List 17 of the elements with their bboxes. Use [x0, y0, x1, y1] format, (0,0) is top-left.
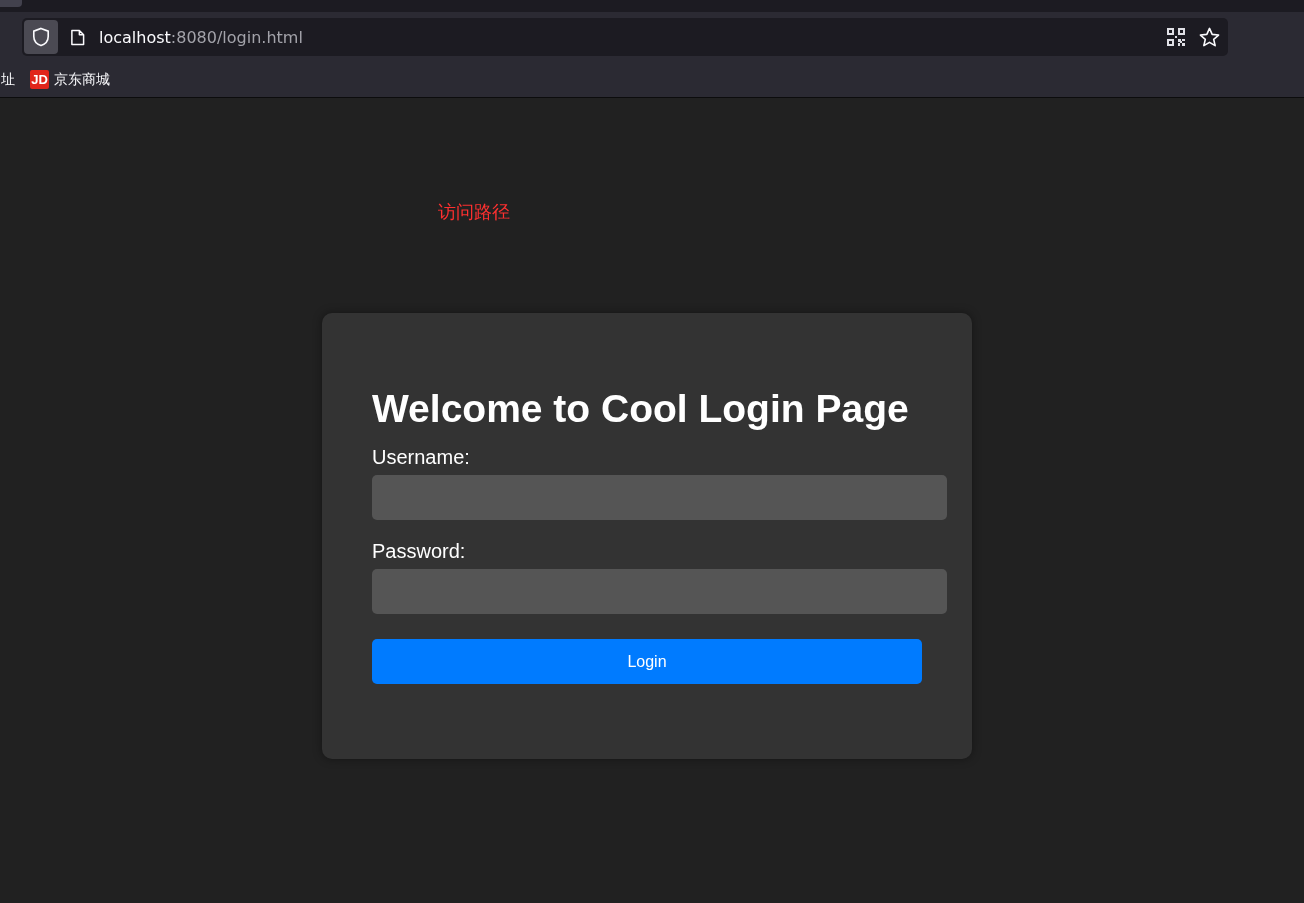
bookmark-link[interactable]: 址	[1, 70, 15, 89]
field-label: Password:	[372, 540, 467, 563]
page-icon	[70, 28, 85, 46]
input-field[interactable]	[372, 475, 947, 520]
field-label: Username:	[372, 446, 471, 469]
address-bar[interactable]: localhost:8080/login.html	[22, 18, 1228, 56]
login-title: Welcome to Cool Login Page	[372, 387, 910, 431]
jd-logo-icon: JD	[30, 70, 49, 89]
shield-button[interactable]	[24, 20, 58, 54]
shield-icon	[32, 27, 50, 47]
bookmark-link[interactable]: 京东商城	[54, 70, 110, 89]
url-text[interactable]: localhost:8080/login.html	[99, 27, 303, 47]
login-button[interactable]: Login	[372, 639, 922, 684]
qr-code-icon[interactable]	[1167, 28, 1185, 46]
input-field[interactable]	[372, 569, 947, 614]
annotation-text: 访问路径	[438, 200, 510, 224]
star-icon[interactable]	[1199, 26, 1220, 48]
